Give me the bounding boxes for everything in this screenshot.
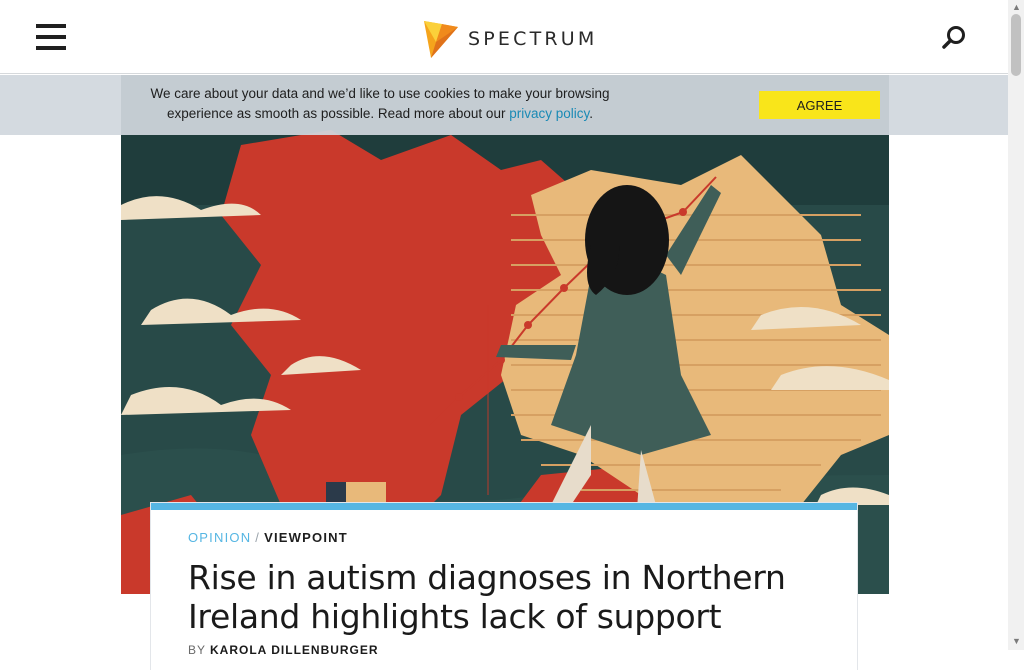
cookie-message: We care about your data and we’d like to… [150, 86, 610, 121]
article-card: OPINION / VIEWPOINT Rise in autism diagnos… [151, 503, 857, 670]
scroll-up-arrow-icon[interactable]: ▲ [1012, 2, 1021, 12]
scroll-down-arrow-icon[interactable]: ▼ [1012, 636, 1021, 646]
cookie-banner: We care about your data and we’d like to… [0, 75, 1008, 135]
article-title: Rise in autism diagnoses in Northern Ire… [188, 558, 786, 636]
byline-prefix: BY [188, 643, 207, 657]
spectrum-logo[interactable]: SPECTRUM [422, 18, 598, 60]
author-link[interactable]: KAROLA DILLENBURGER [210, 643, 379, 657]
scroll-thumb[interactable] [1011, 14, 1021, 76]
privacy-policy-link[interactable]: privacy policy [509, 106, 589, 121]
agree-button[interactable]: AGREE [759, 91, 880, 119]
article-kicker: OPINION / VIEWPOINT [188, 530, 348, 545]
search-icon[interactable] [940, 24, 968, 52]
category-link[interactable]: OPINION [188, 530, 251, 545]
logo-mark-icon [424, 21, 458, 58]
article-byline: BY KAROLA DILLENBURGER [188, 643, 379, 657]
page-scrollbar[interactable]: ▲ ▼ [1008, 0, 1024, 650]
logo-text: SPECTRUM [468, 28, 598, 50]
kicker-separator: / [255, 530, 261, 545]
hamburger-menu-icon[interactable] [36, 24, 66, 50]
site-header: SPECTRUM [0, 0, 1008, 74]
subcategory-link[interactable]: VIEWPOINT [264, 530, 348, 545]
